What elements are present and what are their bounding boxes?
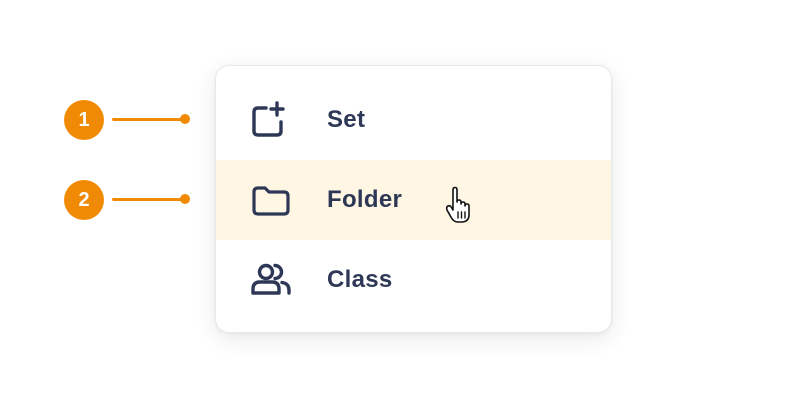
callout-dot-2 [180, 194, 190, 204]
callout-connector-2 [112, 198, 184, 201]
menu-item-label: Set [327, 106, 366, 133]
users-icon [249, 260, 293, 300]
hand-pointer-cursor-icon [444, 186, 478, 226]
annotated-create-menu: 1 2 Set Folder Class [0, 0, 800, 400]
create-dropdown-menu: Set Folder Class [215, 65, 612, 333]
add-set-icon [249, 100, 293, 140]
callout-connector-1 [112, 118, 184, 121]
callout-dot-1 [180, 114, 190, 124]
callout-badge-1: 1 [64, 100, 104, 140]
menu-item-label: Class [327, 266, 393, 293]
menu-item-set[interactable]: Set [216, 80, 611, 160]
menu-item-class[interactable]: Class [216, 240, 611, 320]
menu-item-folder[interactable]: Folder [216, 160, 611, 240]
menu-item-label: Folder [327, 186, 403, 213]
callout-badge-2: 2 [64, 180, 104, 220]
folder-icon [249, 180, 293, 220]
